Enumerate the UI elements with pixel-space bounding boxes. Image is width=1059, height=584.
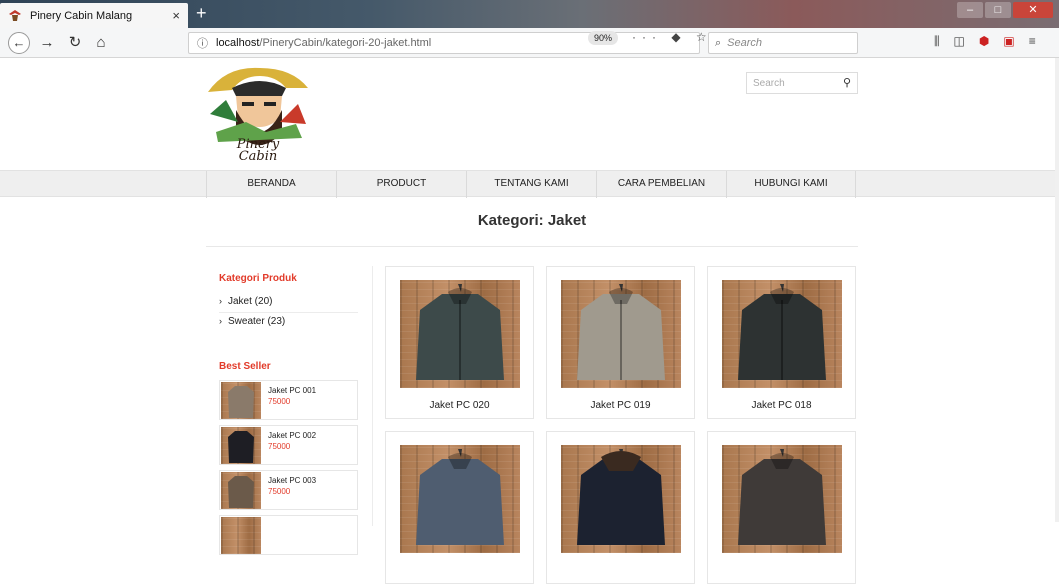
window-close-icon[interactable]: ✕ (1013, 2, 1053, 18)
bestseller-name[interactable]: Jaket PC 003 (268, 476, 316, 485)
jacket-photo (416, 284, 504, 380)
ublock-icon[interactable]: ⬢ (979, 34, 989, 49)
web-page: Pinery Cabin Search ⚲ BERANDA PRODUCT TE… (0, 58, 1059, 584)
library-icon[interactable]: ⫼ (934, 34, 940, 49)
menu-item-tentang-kami[interactable]: TENTANG KAMI (466, 171, 596, 198)
tab-close-icon[interactable]: × (172, 8, 180, 23)
search-icon: ⌕ (715, 36, 722, 49)
sidebar-icon[interactable]: ◫ (954, 34, 965, 49)
site-logo[interactable]: Pinery Cabin (206, 62, 310, 162)
category-item[interactable]: › Jaket (20) (219, 291, 358, 313)
bestseller-price: 75000 (268, 487, 291, 496)
page-actions-icons[interactable]: ··· ◆ ☆ (632, 30, 713, 44)
product-image[interactable] (561, 280, 681, 388)
menu-item-beranda[interactable]: BERANDA (206, 171, 336, 198)
product-image[interactable] (400, 445, 520, 553)
bestseller-thumbnail[interactable] (221, 517, 261, 554)
bestseller-item[interactable]: Jaket PC 002 75000 (219, 425, 358, 465)
bestseller-name[interactable]: Jaket PC 001 (268, 386, 316, 395)
menu-item-product[interactable]: PRODUCT (336, 171, 466, 198)
menu-item-cara-pembelian[interactable]: CARA PEMBELIAN (596, 171, 726, 198)
category-label: Jaket (20) (228, 296, 273, 307)
chevron-right-icon: › (219, 296, 222, 306)
jacket-photo (577, 284, 665, 380)
forward-button-icon[interactable]: → (36, 33, 58, 53)
product-card[interactable]: Jaket PC 020 (385, 266, 534, 419)
bestseller-price: 75000 (268, 397, 291, 406)
bestseller-item[interactable]: Jaket PC 001 75000 (219, 380, 358, 420)
site-search-input[interactable]: Search ⚲ (746, 72, 858, 94)
toolbar-icons: ⫼ ◫ ⬢ ▣ ≡ (934, 34, 1036, 49)
product-name[interactable]: Jaket PC 019 (547, 400, 694, 411)
maximize-icon[interactable]: □ (985, 2, 1011, 18)
svg-text:Cabin: Cabin (239, 149, 278, 162)
zoom-indicator[interactable]: 90% (588, 31, 619, 45)
minimize-icon[interactable]: – (957, 2, 983, 18)
site-info-icon[interactable]: ⓘ (197, 35, 208, 51)
bestseller-thumbnail[interactable] (221, 427, 261, 464)
bestseller-price: 75000 (268, 442, 291, 451)
menu-icon[interactable]: ≡ (1029, 34, 1036, 49)
product-name[interactable]: Jaket PC 020 (386, 400, 533, 411)
site-search-placeholder: Search (753, 78, 785, 89)
bestseller-thumbnail[interactable] (221, 472, 261, 509)
product-image[interactable] (722, 280, 842, 388)
screenshot-icon[interactable]: ▣ (1003, 34, 1014, 49)
jacket-photo (416, 449, 504, 545)
product-card[interactable] (546, 431, 695, 584)
product-card[interactable] (707, 431, 856, 584)
jacket-photo (738, 449, 826, 545)
product-name[interactable]: Jaket PC 018 (708, 400, 855, 411)
title-divider (206, 246, 858, 247)
bestseller-thumbnail[interactable] (221, 382, 261, 419)
product-card[interactable]: Jaket PC 018 (707, 266, 856, 419)
product-image[interactable] (400, 280, 520, 388)
page-scrollbar[interactable] (1055, 58, 1059, 522)
main-menu: BERANDA PRODUCT TENTANG KAMI CARA PEMBEL… (0, 170, 1059, 198)
column-divider (372, 266, 373, 526)
new-tab-button[interactable]: + (196, 3, 207, 23)
bestseller-item[interactable] (219, 515, 358, 555)
categories-heading: Kategori Produk (219, 273, 297, 284)
reload-icon[interactable]: ↻ (64, 33, 86, 53)
browser-search-input[interactable]: ⌕ Search (708, 32, 858, 54)
browser-search-placeholder: Search (727, 37, 763, 49)
url-host: localhost (216, 37, 260, 49)
tab-strip: Pinery Cabin Malang × + – □ ✕ (0, 0, 1059, 28)
tab-title: Pinery Cabin Malang (30, 9, 133, 22)
navigation-bar: ← → ↻ ⌂ ⓘ localhost/PineryCabin/kategori… (0, 28, 1059, 58)
page-title: Kategori: Jaket (477, 212, 587, 229)
search-icon[interactable]: ⚲ (843, 76, 851, 89)
url-bar[interactable]: ⓘ localhost/PineryCabin/kategori-20-jake… (188, 32, 700, 54)
bestseller-name[interactable]: Jaket PC 002 (268, 431, 316, 440)
category-label: Sweater (23) (228, 316, 286, 327)
menu-item-hubungi-kami[interactable]: HUBUNGI KAMI (726, 171, 856, 198)
category-item[interactable]: › Sweater (23) (219, 311, 358, 333)
jacket-photo (738, 284, 826, 380)
product-card[interactable] (385, 431, 534, 584)
product-image[interactable] (561, 445, 681, 553)
home-icon[interactable]: ⌂ (90, 33, 112, 53)
chevron-right-icon: › (219, 316, 222, 326)
url-path: /PineryCabin/kategori-20-jaket.html (259, 37, 432, 49)
window-controls: – □ ✕ (957, 2, 1053, 18)
product-card[interactable]: Jaket PC 019 (546, 266, 695, 419)
jacket-photo (577, 449, 665, 545)
bestseller-heading: Best Seller (219, 361, 271, 372)
back-button-icon[interactable]: ← (8, 32, 30, 54)
product-image[interactable] (722, 445, 842, 553)
browser-chrome: Pinery Cabin Malang × + – □ ✕ ← → ↻ ⌂ ⓘ … (0, 0, 1059, 58)
browser-tab[interactable]: Pinery Cabin Malang × (0, 3, 188, 28)
bestseller-item[interactable]: Jaket PC 003 75000 (219, 470, 358, 510)
favicon-icon (9, 9, 21, 21)
